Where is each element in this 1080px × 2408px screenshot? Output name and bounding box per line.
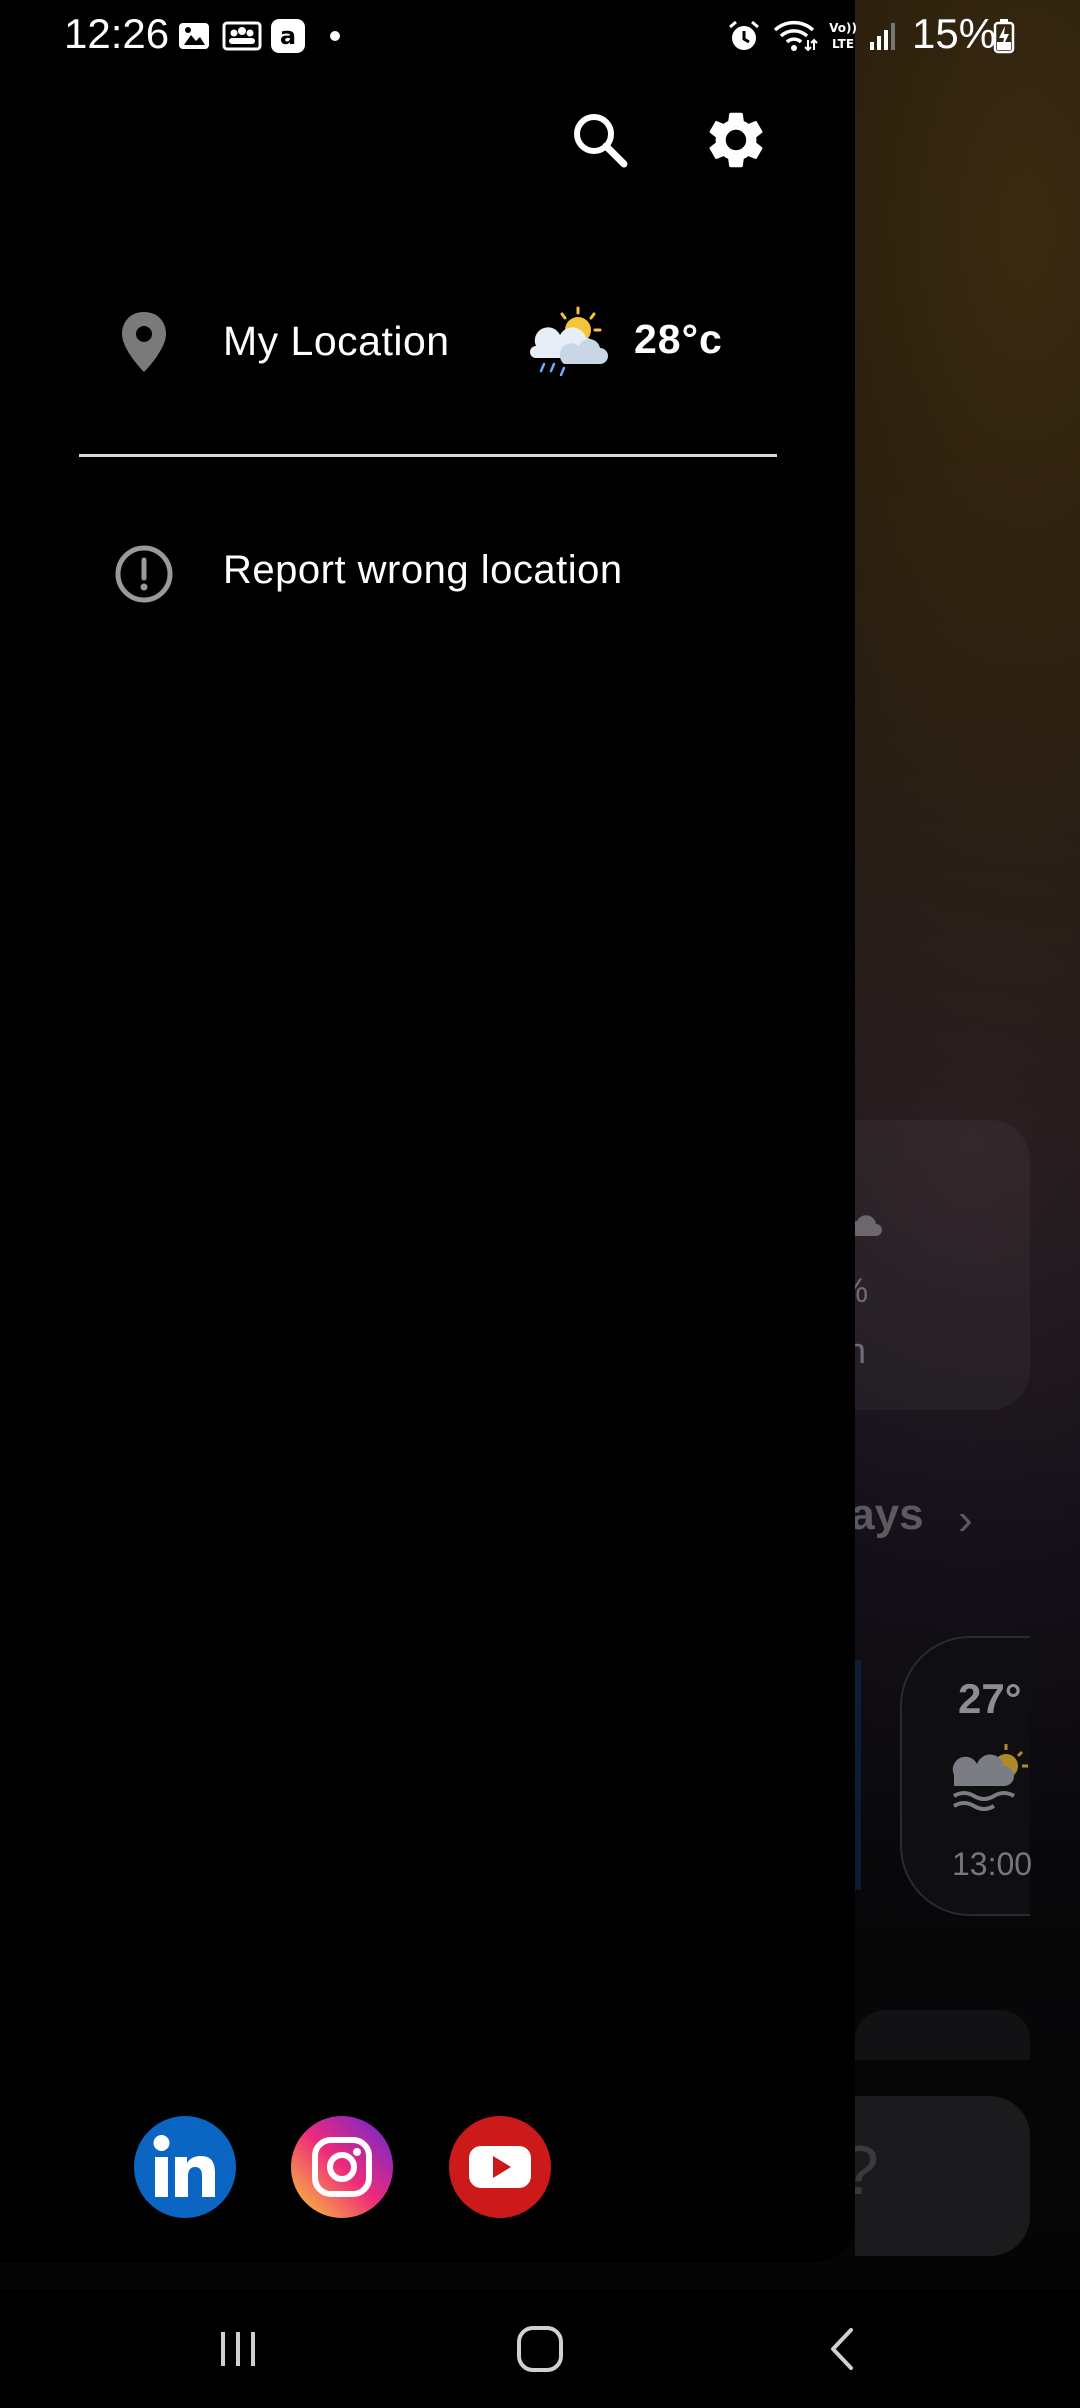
recent-apps-icon (221, 2332, 255, 2366)
background-row (855, 2010, 1030, 2060)
linkedin-button[interactable] (134, 2116, 236, 2218)
background-card-edge (855, 1660, 861, 1890)
battery-percent: 15% (912, 10, 997, 57)
home-button[interactable] (500, 2314, 580, 2384)
background-bottom-card (855, 2096, 1030, 2256)
svg-text:Vo)): Vo)) (829, 21, 857, 35)
divider (79, 454, 777, 457)
background-hour-temp: 27° (958, 1675, 1022, 1722)
report-wrong-location-row[interactable]: Report wrong location (0, 520, 855, 630)
report-wrong-location-label: Report wrong location (223, 548, 623, 592)
alarm-icon (729, 20, 759, 50)
partly-cloudy-rain-icon (530, 306, 608, 376)
location-pin-icon (122, 312, 166, 372)
gear-icon (709, 112, 763, 168)
instagram-icon (312, 2137, 372, 2197)
search-icon (574, 114, 628, 168)
wifi-icon (773, 20, 818, 52)
more-notifications-dot-icon (330, 31, 340, 41)
svg-text:LTE: LTE (832, 37, 854, 51)
back-icon (831, 2328, 853, 2370)
back-button[interactable] (804, 2314, 884, 2384)
my-location-row[interactable]: My Location 28°c (0, 290, 855, 400)
battery-charging-icon (993, 19, 1015, 54)
cloud-sun-wind-icon (952, 1744, 1028, 1811)
instagram-button[interactable] (291, 2116, 393, 2218)
home-icon (517, 2326, 563, 2372)
chevron-right-icon: › (958, 1495, 973, 1544)
volte-icon: Vo)) LTE (829, 21, 857, 51)
search-button[interactable] (560, 100, 640, 180)
youtube-icon (469, 2146, 531, 2188)
navigation-drawer: My Location 28°c Report wrong location (0, 0, 855, 2262)
amazon-notification-icon: a (271, 19, 305, 53)
background-hour-time: 13:00 (952, 1846, 1033, 1882)
location-name: My Location (223, 318, 450, 364)
svg-text:a: a (280, 22, 296, 50)
status-bar: 12:26 a Vo)) LTE 15% (0, 0, 1080, 70)
image-notification-icon (179, 23, 209, 49)
recent-apps-button[interactable] (198, 2314, 278, 2384)
signal-icon (870, 23, 895, 50)
settings-button[interactable] (696, 100, 776, 180)
system-navigation-bar (0, 2290, 1080, 2408)
location-temperature: 28°c (634, 316, 723, 362)
group-notification-icon (222, 21, 262, 51)
youtube-button[interactable] (449, 2116, 551, 2218)
alert-circle-icon (115, 545, 173, 603)
status-time: 12:26 (64, 10, 170, 57)
linkedin-icon (153, 2135, 215, 2197)
